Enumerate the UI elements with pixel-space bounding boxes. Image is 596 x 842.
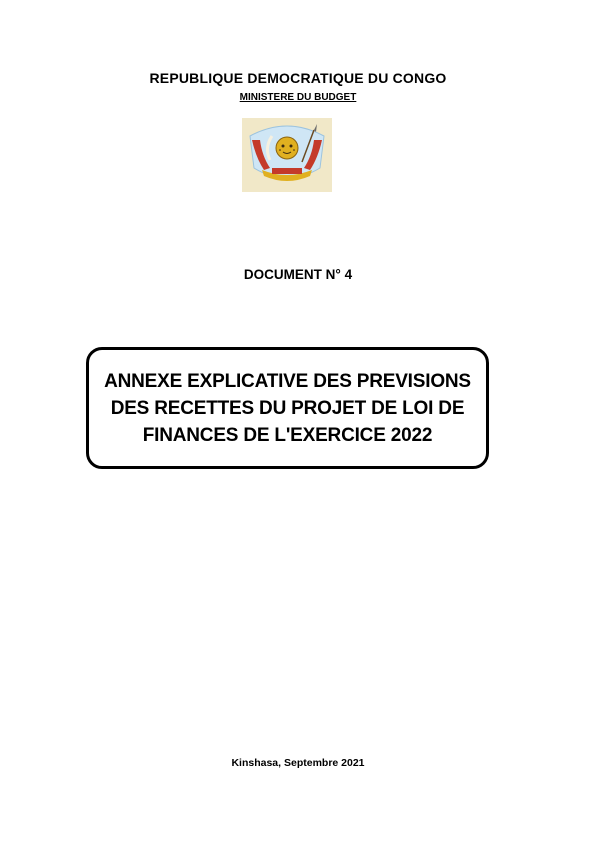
coat-of-arms-graphic xyxy=(242,118,332,192)
country-name: REPUBLIQUE DEMOCRATIQUE DU CONGO xyxy=(149,70,447,86)
title-box: ANNEXE EXPLICATIVE DES PREVISIONS DES RE… xyxy=(86,347,489,469)
document-title: ANNEXE EXPLICATIVE DES PREVISIONS DES RE… xyxy=(104,370,471,446)
coat-of-arms-icon xyxy=(242,118,332,192)
ministry-name: MINISTERE DU BUDGET xyxy=(239,92,357,103)
place-and-date: Kinshasa, Septembre 2021 xyxy=(231,757,365,769)
document-number: DOCUMENT N° 4 xyxy=(243,267,353,282)
